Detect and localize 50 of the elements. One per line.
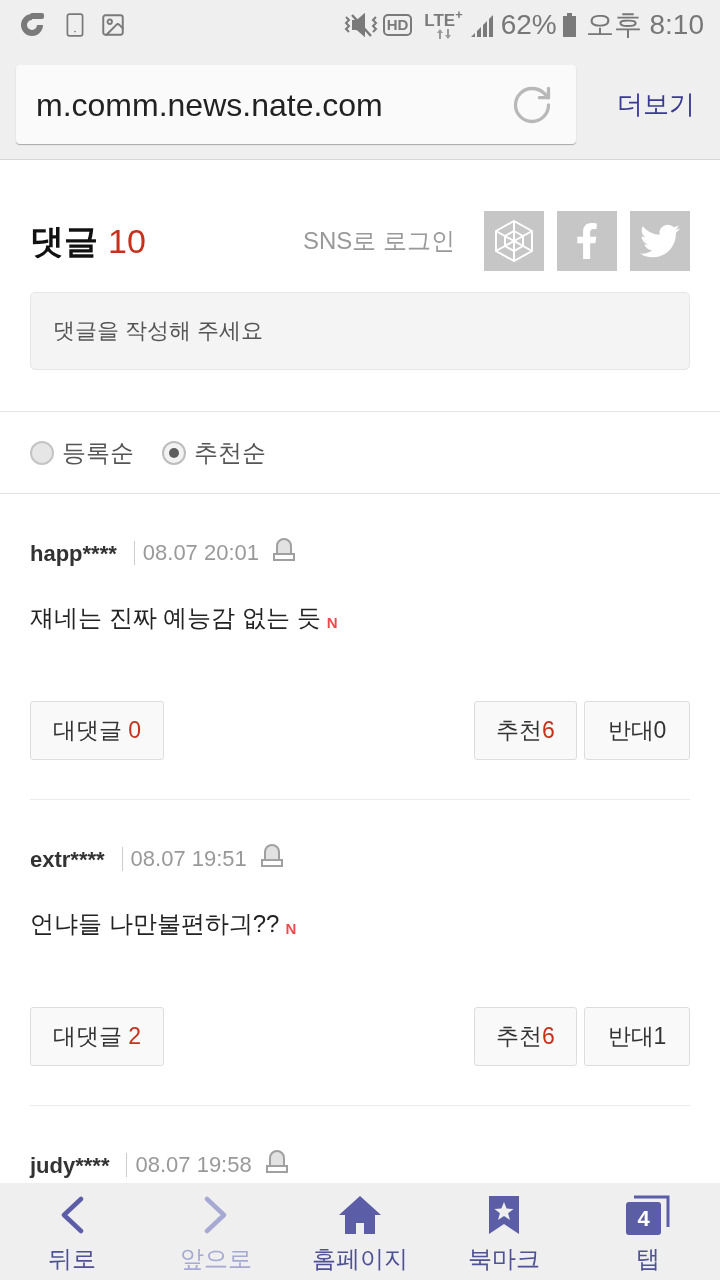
sns-login-button[interactable] [557,211,617,271]
reply-button[interactable]: 대댓글 0 [30,701,164,760]
sort-option[interactable]: 등록순 [30,434,134,471]
oppose-button[interactable]: 반대0 [584,701,690,760]
home-icon [339,1196,381,1234]
report-light-icon[interactable] [273,537,296,561]
report-light-icon[interactable] [265,1149,288,1173]
bookmark-star-icon [488,1195,520,1235]
back-toolbar-button[interactable]: 뒤로 [0,1183,144,1280]
sns-login-label: SNS로 로그인 [303,226,455,256]
sns-login-button[interactable] [630,211,690,271]
username: happ**** [30,539,117,568]
image-icon [100,12,126,38]
recommend-button[interactable]: 추천6 [474,1007,577,1066]
signal-icon [470,13,495,37]
data-arrows-icon [436,28,451,39]
comment-count: 10 [108,220,146,262]
username: judy**** [30,1151,110,1180]
mute-vibrate-icon [342,11,379,39]
report-light-icon[interactable] [260,843,283,867]
sns-login-button[interactable] [484,211,544,271]
tabs-toolbar-button[interactable]: 4 탭 [576,1183,720,1280]
more-menu-button[interactable]: 더보기 [617,85,695,124]
home-toolbar-button[interactable]: 홈페이지 [288,1183,432,1280]
back-chevron-icon [60,1196,84,1234]
recommend-button[interactable]: 추천6 [474,701,577,760]
new-mark-label: N [326,615,338,631]
battery-icon [562,13,576,37]
sort-option[interactable]: 추천순 [162,434,266,471]
comment-input-field[interactable]: 댓글을 작성해 주세요 [30,292,690,370]
url-text: m.comm.news.nate.com [36,85,384,125]
oppose-button[interactable]: 반대1 [584,1007,690,1066]
comment-text: 쟤네는 진짜 예능감 없는 듯 [30,603,321,633]
hexagon-grid-icon [494,220,534,262]
comment-date: 08.07 19:58 [126,1153,252,1177]
comments-title: 댓글 [30,220,98,262]
reply-button[interactable]: 대댓글 2 [30,1007,164,1066]
comment-date: 08.07 19:51 [121,847,247,871]
new-mark-label: N [285,921,297,937]
ring-logo-icon [20,12,44,38]
forward-chevron-icon [204,1196,228,1234]
username: extr**** [30,845,105,874]
comment-text: 언냐들 나만불편하긔?? [30,909,280,939]
clock: 오후 8:10 [585,8,704,42]
network-type: LTE$^{+}$ [424,11,463,29]
battery-percent: 62% [500,8,557,42]
bookmark-toolbar-button[interactable]: 북마크 [432,1183,576,1280]
hd-badge: HD [382,14,413,36]
comment-date: 08.07 20:01 [133,541,260,565]
address-field[interactable]: m.comm.news.nate.com [16,65,576,144]
